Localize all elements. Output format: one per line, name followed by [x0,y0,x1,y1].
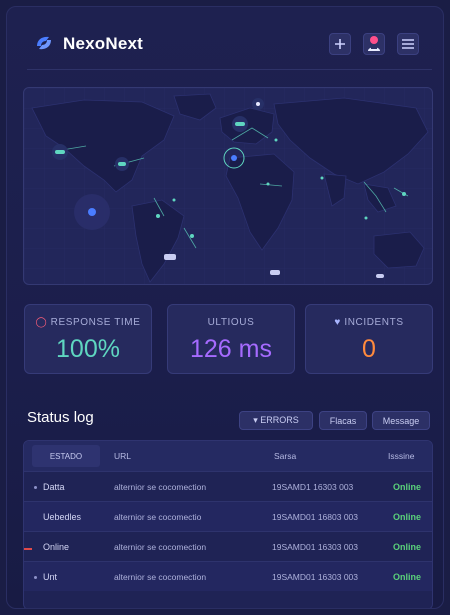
world-map[interactable] [23,87,433,285]
metric-card-latency: ULTIOUS 126 ms [167,304,295,374]
world-map-graphic [24,88,432,284]
row-bullet [34,576,37,579]
cell-date: 19SAMD01 16303 003 [272,572,359,582]
row-alert-marker [24,548,32,550]
table-row[interactable]: Online alternior se cocomection 19SAMD01… [24,531,432,561]
cell-estado: Datta [43,482,65,492]
add-icon [335,39,345,49]
message-filter-chip[interactable]: Message [372,411,430,430]
flacas-filter-chip[interactable]: Flacas [319,411,367,430]
metric-label: ♥ INCIDENTS [334,317,404,328]
map-marker[interactable] [232,116,248,132]
cell-url: alternior se cocomection [114,572,207,582]
metric-label: ULTIOUS [207,317,255,328]
metric-value: 0 [362,335,376,363]
cell-estado: Unt [43,572,58,582]
cell-url: alternior se cocomection [114,542,207,552]
map-marker[interactable] [252,98,264,110]
map-marker[interactable] [115,157,129,171]
user-alert-button[interactable] [363,33,385,55]
metric-value: 126 ms [190,335,272,363]
cell-date: 19SAMD1 16303 003 [272,482,354,492]
cell-estado: Online [43,542,70,552]
status-badge: Online [393,572,422,582]
status-badge: Online [393,482,422,492]
metric-card-response-time: ◯ RESPONSE TIME 100% [24,304,152,374]
status-log-title: Status log [27,409,94,426]
user-alert-icon [368,36,380,51]
logo-icon[interactable] [34,33,54,53]
map-marker[interactable] [376,274,384,278]
status-badge: Online [393,512,422,522]
add-button[interactable] [329,33,351,55]
errors-filter-chip[interactable]: ▾ ERRORS [239,411,313,430]
table-row[interactable]: Datta alternior se cocomection 19SAMD1 1… [24,471,432,501]
status-log-table: ESTADO URL Sarsa Isssine Datta alternior… [23,440,433,608]
table-row[interactable]: Unt alternior se cocomection 19SAMD01 16… [24,561,432,591]
cell-url: alternior se cocomectio [114,512,202,522]
app-header: NexoNext [7,7,443,71]
map-marker[interactable] [52,144,68,160]
menu-icon [402,39,414,49]
column-header-url[interactable]: URL [114,451,131,461]
map-marker[interactable] [74,194,110,230]
shield-icon: ◯ [35,317,51,328]
column-header-estado[interactable]: ESTADO [32,445,100,467]
header-divider [27,69,432,70]
metric-value: 100% [56,335,120,363]
metric-label: ◯ RESPONSE TIME [35,317,141,328]
app-window: NexoNext ◯ RESPONSE TIME 100% ULTIOUS 12… [6,6,444,609]
map-marker[interactable] [164,254,176,260]
column-header-date[interactable]: Sarsa [274,451,296,461]
metric-card-incidents: ♥ INCIDENTS 0 [305,304,433,374]
menu-button[interactable] [397,33,419,55]
column-header-status[interactable]: Isssine [388,451,414,461]
table-header: ESTADO URL Sarsa Isssine [24,441,432,471]
map-marker[interactable] [270,270,280,275]
status-badge: Online [393,542,422,552]
cell-date: 19SAMD01 16803 003 [272,512,359,522]
row-bullet [34,486,37,489]
heart-icon: ♥ [334,317,345,328]
table-row[interactable]: Uebedles alternior se cocomectio 19SAMD0… [24,501,432,531]
cell-estado: Uebedles [43,512,82,522]
cell-url: alternior se cocomection [114,482,207,492]
brand-name: NexoNext [63,34,144,53]
cell-date: 19SAMD01 16303 003 [272,542,359,552]
